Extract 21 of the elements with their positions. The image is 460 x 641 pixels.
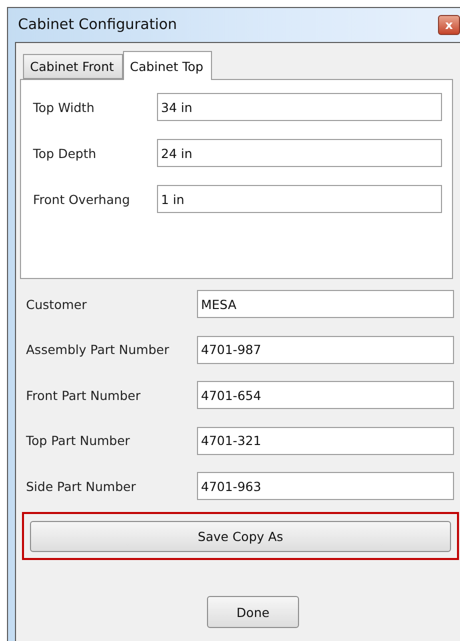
field-label: Assembly Part Number <box>26 342 170 357</box>
input-field[interactable]: 24 in <box>157 139 442 167</box>
tab[interactable]: Cabinet Top <box>122 51 212 80</box>
done-button[interactable]: Done <box>207 596 299 628</box>
window-title: Cabinet Configuration <box>17 17 177 33</box>
save-copy-button[interactable]: Save Copy As <box>30 521 451 552</box>
input-field[interactable]: 1 in <box>157 185 442 213</box>
input-field[interactable]: 34 in <box>157 93 442 121</box>
input-field[interactable]: MESA <box>197 290 454 318</box>
input-field[interactable]: 4701-654 <box>197 381 454 409</box>
field-label: Front Overhang <box>33 192 131 206</box>
input-field[interactable]: 4701-321 <box>197 426 454 454</box>
field-label: Top Depth <box>33 146 98 160</box>
field-label: Front Part Number <box>26 388 142 402</box>
field-label: Top Part Number <box>26 433 131 448</box>
input-field[interactable]: 4701-963 <box>197 472 454 500</box>
field-label: Customer <box>26 296 88 312</box>
tab[interactable]: Cabinet Front <box>23 54 123 79</box>
field-label: Top Width <box>33 100 96 114</box>
input-field[interactable]: 4701-987 <box>197 336 454 364</box>
field-label: Side Part Number <box>26 478 137 494</box>
